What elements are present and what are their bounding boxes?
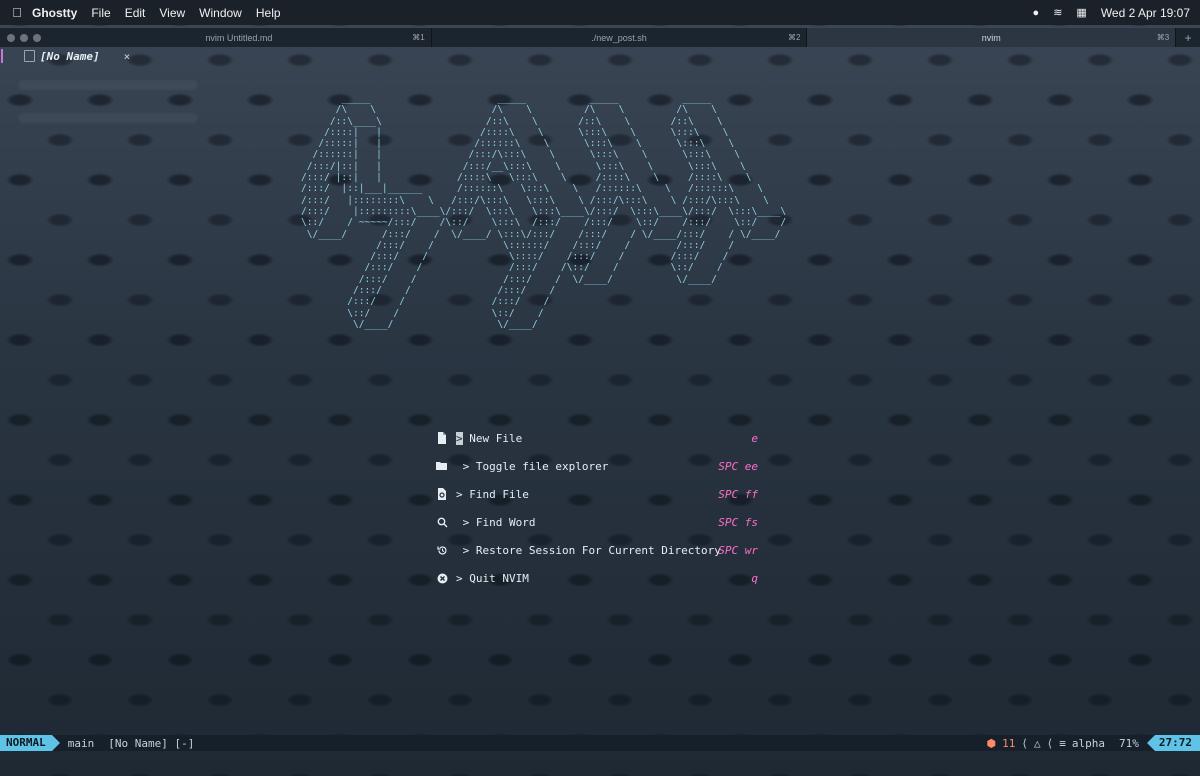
menu-edit[interactable]: Edit (125, 6, 146, 20)
dashboard-item-new-file[interactable]: > New File e (436, 424, 766, 452)
menu-bar:  Ghostty File Edit View Window Help ● ≋… (0, 0, 1200, 25)
tab-bar: nvim Untitled.md ⌘1 ./new_post.sh ⌘2 nvi… (0, 28, 1200, 47)
ascii-logo: _____ _____ _____ _____ /\ \ /\ \ /\ \ /… (301, 93, 787, 330)
quit-icon (436, 571, 448, 585)
dashboard-label: New File (462, 431, 523, 445)
dashboard-label: > Find Word (456, 515, 536, 529)
user-icon[interactable]: ● (1033, 7, 1040, 19)
chevron-left-icon: ⟨ (1021, 736, 1028, 750)
buffer-name: [No Name] (40, 49, 100, 63)
tab-shortcut: ⌘1 (412, 33, 425, 42)
find-file-icon (436, 487, 448, 501)
tab-nvim-untitled[interactable]: nvim Untitled.md ⌘1 (47, 28, 432, 47)
dashboard-label: > Restore Session For Current Directory (456, 543, 721, 557)
file-icon (24, 50, 35, 62)
mode-separator (51, 735, 60, 751)
filetype-icon: ≡ (1059, 736, 1066, 750)
chevron-left-icon: ⟨ (1046, 736, 1054, 750)
buffer-active-marker (1, 49, 3, 63)
menu-window[interactable]: Window (199, 6, 242, 20)
dashboard-key: SPC ff (718, 487, 758, 501)
cursor: > (456, 431, 463, 445)
dashboard-key: e (751, 431, 758, 445)
dashboard-label: > Toggle file explorer (456, 459, 609, 473)
apple-menu-icon[interactable]:  (10, 5, 24, 20)
menu-view[interactable]: View (159, 6, 185, 20)
dashboard-menu: > New File e > Toggle file explorer SPC … (436, 424, 766, 592)
dashboard-key: q (751, 571, 758, 585)
menubar-clock[interactable]: Wed 2 Apr 19:07 (1101, 6, 1190, 20)
new-file-icon (436, 431, 448, 445)
tab-label: nvim Untitled.md (205, 32, 273, 43)
background-blur (18, 80, 198, 90)
new-tab-button[interactable]: + (1176, 31, 1200, 45)
folder-icon (436, 459, 448, 473)
background-blur (18, 113, 198, 123)
wifi-icon[interactable]: ≋ (1053, 6, 1062, 19)
buffer-line: [No Name] × (0, 47, 1200, 65)
dashboard-item-find-word[interactable]: > Find Word SPC fs (436, 508, 766, 536)
buffer-tab[interactable]: [No Name] × (24, 48, 130, 64)
tab-label: ./new_post.sh (591, 32, 647, 43)
diagnostics-icon: ⬢ (986, 736, 997, 750)
diagnostics-count: 11 (1002, 736, 1016, 750)
dashboard-label: > Quit NVIM (456, 571, 529, 585)
filetype: alpha (1071, 736, 1105, 750)
tab-nvim[interactable]: nvim ⌘3 (807, 28, 1177, 47)
position-separator (1146, 735, 1155, 751)
restore-icon (436, 543, 448, 557)
tab-shortcut: ⌘3 (1156, 33, 1170, 42)
menu-file[interactable]: File (91, 6, 110, 20)
dashboard-item-toggle-explorer[interactable]: > Toggle file explorer SPC ee (436, 452, 766, 480)
control-center-icon[interactable]: ▦ (1076, 6, 1086, 19)
dashboard-item-find-file[interactable]: > Find File SPC ff (436, 480, 766, 508)
tab-shortcut: ⌘2 (787, 33, 801, 42)
git-branch: main (67, 736, 95, 750)
menu-help[interactable]: Help (256, 6, 281, 20)
window-controls (0, 33, 47, 42)
status-filename: [No Name] [-] (108, 736, 195, 750)
tab-new-post[interactable]: ./new_post.sh ⌘2 (432, 28, 808, 47)
app-menu[interactable]: Ghostty (32, 6, 77, 20)
cursor-position: 27:72 (1154, 735, 1200, 751)
tab-label: nvim (981, 32, 1001, 43)
close-icon[interactable]: × (124, 50, 131, 63)
linux-icon: △ (1034, 736, 1041, 750)
status-line: NORMAL main [No Name] [-] ⬢ 11 ⟨ △ ⟨ ≡ a… (0, 735, 1200, 751)
search-icon (436, 515, 448, 529)
scroll-percent: 71% (1119, 736, 1139, 750)
dashboard-key: SPC wr (718, 543, 758, 557)
dashboard-key: SPC fs (718, 515, 758, 529)
dashboard-item-quit[interactable]: > Quit NVIM q (436, 564, 766, 592)
zoom-window-icon[interactable] (33, 33, 41, 42)
minimize-window-icon[interactable] (20, 33, 28, 42)
dashboard-key: SPC ee (718, 459, 758, 473)
close-window-icon[interactable] (7, 33, 15, 42)
mode-indicator: NORMAL (0, 735, 52, 751)
dashboard-label: > Find File (456, 487, 529, 501)
dashboard-item-restore-session[interactable]: > Restore Session For Current Directory … (436, 536, 766, 564)
